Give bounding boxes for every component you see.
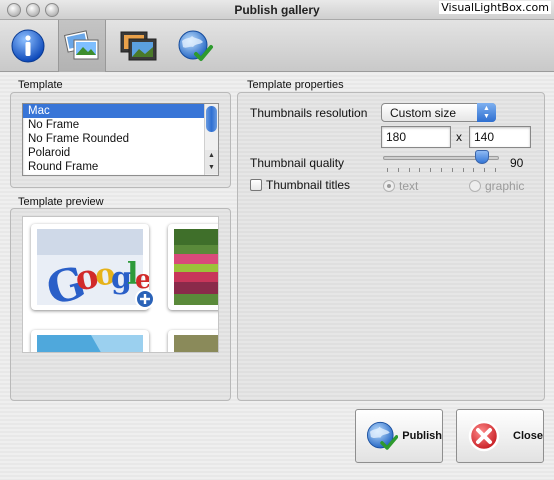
watermark: VisualLightBox.com xyxy=(439,1,551,14)
toolbar xyxy=(0,20,554,72)
scrollbar-thumb[interactable] xyxy=(206,106,217,132)
template-list-item[interactable]: Round Frame xyxy=(23,160,205,174)
preview-image-flowers xyxy=(174,229,218,305)
preview-group-label: Template preview xyxy=(18,196,104,208)
preview-image-sky xyxy=(37,335,143,352)
preview-thumbnail xyxy=(168,224,218,310)
globe-check-icon xyxy=(366,421,399,450)
close-button[interactable]: Close xyxy=(456,409,544,463)
preview-thumbnail xyxy=(31,330,149,352)
updown-arrows-icon: ▲ ▼ xyxy=(477,103,496,122)
scroll-down-arrow-icon[interactable]: ▼ xyxy=(205,162,218,174)
preview-thumbnail xyxy=(168,330,218,352)
toolbar-publish-button[interactable] xyxy=(170,20,218,72)
thumbnails-resolution-label: Thumbnails resolution xyxy=(250,106,368,120)
preview-image-google: G o o g l e xyxy=(37,229,149,310)
template-group-label: Template xyxy=(18,79,63,91)
preview-image-field xyxy=(174,335,218,352)
slider-tick xyxy=(430,168,432,172)
quality-value: 90 xyxy=(510,156,524,170)
slider-tick xyxy=(419,168,421,172)
toolbar-slideshow-button[interactable] xyxy=(114,20,162,72)
globe-check-icon xyxy=(178,30,213,61)
slider-tick xyxy=(473,168,475,172)
thumbnail-titles-checkbox[interactable] xyxy=(250,179,262,191)
template-list-item[interactable]: Polaroid xyxy=(23,146,205,160)
slides-icon xyxy=(120,31,157,61)
scroll-up-arrow-icon[interactable]: ▲ xyxy=(205,150,218,162)
template-list-item[interactable]: Mac xyxy=(23,104,205,118)
slider-tick xyxy=(408,168,410,172)
template-list[interactable]: Mac No Frame No Frame Rounded Polaroid Round… xyxy=(22,103,219,176)
photos-icon xyxy=(63,30,99,60)
times-label: x xyxy=(456,130,462,144)
thumbnail-height-field[interactable]: 140 xyxy=(469,126,531,148)
template-list-item[interactable]: No Frame xyxy=(23,118,205,132)
toolbar-info-button[interactable] xyxy=(4,20,52,72)
slider-tick xyxy=(462,168,464,172)
radio-text[interactable] xyxy=(383,180,395,192)
slider-tick xyxy=(451,168,453,172)
slider-tick xyxy=(387,168,388,172)
publish-button-label: Publish xyxy=(402,430,442,442)
template-list-scrollbar[interactable]: ▲ ▼ xyxy=(204,104,218,175)
close-icon xyxy=(468,420,500,452)
preview-thumbnail: G o o g l e xyxy=(31,224,149,310)
publish-button[interactable]: Publish xyxy=(355,409,443,463)
resolution-select-value: Custom size xyxy=(390,106,457,120)
info-icon xyxy=(11,29,45,63)
thumbnail-quality-label: Thumbnail quality xyxy=(250,156,345,170)
slider-tick xyxy=(441,168,442,172)
slider-tick xyxy=(495,168,496,172)
radio-text-label: text xyxy=(399,179,419,193)
properties-group-label: Template properties xyxy=(247,79,344,91)
slider-tick xyxy=(397,168,399,172)
radio-graphic-label: graphic xyxy=(485,179,525,193)
zoom-plus-icon[interactable] xyxy=(135,289,155,309)
thumbnail-width-field[interactable]: 180 xyxy=(381,126,451,148)
template-preview: G o o g l e xyxy=(22,216,219,353)
quality-slider-knob[interactable] xyxy=(474,150,489,164)
toolbar-gallery-button[interactable] xyxy=(58,20,106,72)
resolution-select[interactable]: Custom size ▲ ▼ xyxy=(381,103,496,122)
template-list-item[interactable]: No Frame Rounded xyxy=(23,132,205,146)
slider-tick xyxy=(484,168,486,172)
thumbnail-titles-label: Thumbnail titles xyxy=(266,178,351,192)
close-button-label: Close xyxy=(513,430,543,442)
radio-graphic[interactable] xyxy=(469,180,481,192)
